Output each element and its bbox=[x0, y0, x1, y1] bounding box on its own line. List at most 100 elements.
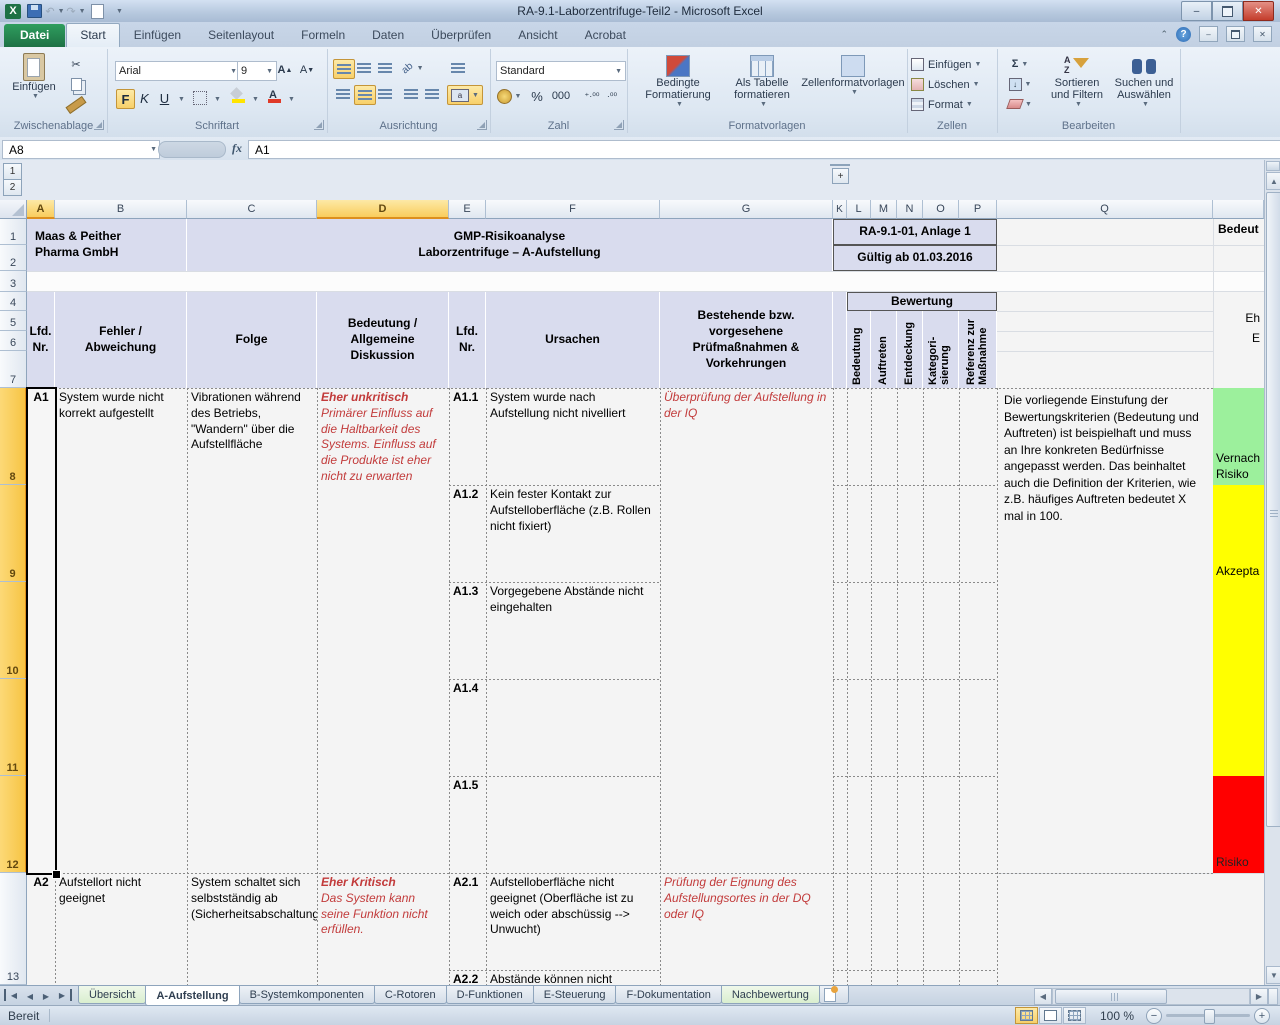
tab-ueberpruefen[interactable]: Überprüfen bbox=[418, 24, 504, 47]
cell-legend-yellow[interactable]: Akzepta bbox=[1213, 485, 1264, 582]
col-header-B[interactable]: B bbox=[55, 200, 187, 219]
tab-daten[interactable]: Daten bbox=[359, 24, 417, 47]
col-header-C[interactable]: C bbox=[187, 200, 317, 219]
col-header-E[interactable]: E bbox=[449, 200, 486, 219]
borders-dropdown[interactable]: ▼ bbox=[214, 96, 221, 103]
row-3-band[interactable] bbox=[27, 271, 1264, 292]
wrap-text-button[interactable] bbox=[447, 59, 469, 77]
tab-start[interactable]: Start bbox=[66, 23, 119, 47]
sheet-tab-nachbewertung[interactable]: Nachbewertung bbox=[721, 986, 820, 1004]
cell-cause-text-A2-1[interactable]: Aufstelloberfläche nicht geeignet (Oberf… bbox=[486, 873, 660, 970]
qat-customize-button[interactable]: ▼ bbox=[109, 3, 127, 20]
cell-doc-ref[interactable]: RA-9.1-01, Anlage 1 bbox=[833, 219, 997, 245]
row-header-10[interactable]: 10 bbox=[0, 582, 27, 679]
sheet-tab-a-aufstellung[interactable]: A-Aufstellung bbox=[145, 986, 239, 1006]
header-massnahmen[interactable]: Bestehende bzw. vorgesehene Prüfmaßnahme… bbox=[660, 292, 833, 388]
grow-font-button[interactable]: A▲ bbox=[275, 60, 295, 80]
cell-legend-yellow-3[interactable] bbox=[1213, 679, 1264, 776]
align-top-button[interactable] bbox=[333, 59, 355, 79]
sort-filter-button[interactable]: A Z Sortieren und Filtern▼ bbox=[1045, 55, 1109, 108]
header-bewertung[interactable]: Bewertung bbox=[847, 292, 997, 311]
cell-cause-id-A1-2[interactable]: A1.2 bbox=[449, 485, 486, 582]
number-dialog-launcher[interactable] bbox=[614, 120, 624, 130]
tab-seitenlayout[interactable]: Seitenlayout bbox=[195, 24, 287, 47]
excel-logo-icon[interactable]: X bbox=[4, 3, 22, 20]
name-box[interactable]: A8▼ bbox=[2, 140, 160, 159]
row-header-2[interactable]: 2 bbox=[0, 245, 27, 271]
underline-button[interactable]: U bbox=[156, 89, 173, 107]
col-header-Q[interactable]: Q bbox=[997, 200, 1213, 219]
increase-indent-button[interactable] bbox=[422, 85, 442, 103]
italic-button[interactable]: K bbox=[136, 89, 153, 107]
row-header-4[interactable]: 4 bbox=[0, 292, 27, 311]
align-left-button[interactable] bbox=[333, 85, 353, 103]
sheet-tab-f-dokumentation[interactable]: F-Dokumentation bbox=[615, 986, 721, 1004]
sheet-tab-b-systemkomponenten[interactable]: B-Systemkomponenten bbox=[239, 986, 375, 1004]
header-auftreten-rot[interactable]: Auftreten bbox=[871, 311, 897, 388]
cell-cause-text-A1-5[interactable] bbox=[486, 776, 660, 873]
cell-legend-green[interactable]: Vernach Risiko bbox=[1213, 388, 1264, 485]
col-header-P[interactable]: P bbox=[959, 200, 997, 219]
col-header-F[interactable]: F bbox=[486, 200, 660, 219]
cell-clipped-eh[interactable]: Eh bbox=[1213, 311, 1262, 331]
decrease-decimal-button[interactable]: ·⁰⁰ bbox=[602, 87, 622, 105]
insert-function-button[interactable]: fx bbox=[228, 140, 246, 157]
borders-button[interactable] bbox=[191, 90, 209, 106]
header-kategorisierung-rot[interactable]: Kategori- sierung bbox=[923, 311, 959, 388]
cell-bedeutung-A1[interactable]: Eher unkritisch Primärer Einfluss auf di… bbox=[317, 388, 449, 873]
font-color-button[interactable]: A bbox=[263, 87, 283, 107]
formula-input[interactable]: A1 bbox=[248, 140, 1280, 159]
cell-cause-text-A1-1[interactable]: System wurde nach Aufstellung nicht nive… bbox=[486, 388, 660, 485]
cell-cause-id-A1-5[interactable]: A1.5 bbox=[449, 776, 486, 873]
sheet-tab-d-funktionen[interactable]: D-Funktionen bbox=[446, 986, 534, 1004]
outline-expand-button[interactable]: + bbox=[832, 168, 849, 184]
print-preview-button[interactable] bbox=[88, 3, 106, 20]
first-sheet-button[interactable]: ◀ bbox=[4, 989, 22, 1001]
col-header-G[interactable]: G bbox=[660, 200, 833, 219]
header-ursachen[interactable]: Ursachen bbox=[486, 292, 660, 388]
view-page-layout-button[interactable] bbox=[1039, 1007, 1062, 1024]
row-header-5[interactable]: 5 bbox=[0, 311, 27, 331]
header-bedeutung-rot[interactable]: Bedeutung bbox=[847, 311, 871, 388]
view-page-break-button[interactable] bbox=[1063, 1007, 1086, 1024]
vertical-scroll-thumb[interactable] bbox=[1266, 192, 1280, 827]
fill-color-button[interactable] bbox=[227, 87, 247, 107]
cell-massnahme-A2[interactable]: Prüfung der Eignung des Aufstellungsorte… bbox=[660, 873, 833, 985]
insert-sheet-button[interactable] bbox=[819, 986, 849, 1004]
col-header-partial[interactable] bbox=[1213, 200, 1264, 219]
save-button[interactable] bbox=[25, 3, 43, 20]
cell-clipped-e[interactable]: E bbox=[1213, 331, 1262, 351]
col-header-N[interactable]: N bbox=[897, 200, 923, 219]
zoom-slider[interactable] bbox=[1166, 1014, 1250, 1017]
restore-window-button[interactable] bbox=[1212, 1, 1243, 21]
last-sheet-button[interactable]: ▶ bbox=[54, 989, 72, 1001]
cell-fehler-A1[interactable]: System wurde nicht korrekt aufgestellt bbox=[55, 388, 187, 873]
row-header-6[interactable]: 6 bbox=[0, 331, 27, 351]
minimize-window-button[interactable]: – bbox=[1181, 1, 1212, 21]
font-dialog-launcher[interactable] bbox=[314, 120, 324, 130]
align-right-button[interactable] bbox=[375, 85, 395, 103]
cell-note[interactable]: Die vorliegende Einstufung der Bewertung… bbox=[997, 388, 1213, 873]
header-folge[interactable]: Folge bbox=[187, 292, 317, 388]
cell-folge-A2[interactable]: System schaltet sich selbstständig ab (S… bbox=[187, 873, 317, 985]
header-lfd-nr-2[interactable]: Lfd. Nr. bbox=[449, 292, 486, 388]
sheet-tab-uebersicht[interactable]: Übersicht bbox=[78, 986, 146, 1004]
paste-button[interactable]: Einfügen ▼ bbox=[8, 53, 60, 100]
decrease-indent-button[interactable] bbox=[401, 85, 421, 103]
zoom-slider-thumb[interactable] bbox=[1204, 1009, 1215, 1024]
cell-cause-text-A1-2[interactable]: Kein fester Kontakt zur Aufstelloberfläc… bbox=[486, 485, 660, 582]
row-header-1[interactable]: 1 bbox=[0, 219, 27, 245]
col-header-L[interactable]: L bbox=[847, 200, 871, 219]
row-header-12[interactable]: 12 bbox=[0, 776, 27, 873]
horizontal-scrollbar[interactable] bbox=[1052, 988, 1250, 1005]
clear-button[interactable]: ▼ bbox=[1003, 96, 1037, 112]
format-painter-button[interactable] bbox=[66, 96, 86, 114]
find-select-button[interactable]: Suchen und Auswählen▼ bbox=[1111, 55, 1177, 108]
prev-sheet-button[interactable]: ◀ bbox=[22, 986, 38, 1006]
tab-einfuegen[interactable]: Einfügen bbox=[121, 24, 194, 47]
fill-handle[interactable] bbox=[52, 870, 61, 879]
close-window-button[interactable]: ✕ bbox=[1243, 1, 1274, 21]
tab-acrobat[interactable]: Acrobat bbox=[572, 24, 639, 47]
fill-color-dropdown[interactable]: ▼ bbox=[252, 96, 259, 103]
autosum-button[interactable]: Σ▼ bbox=[1003, 56, 1037, 72]
